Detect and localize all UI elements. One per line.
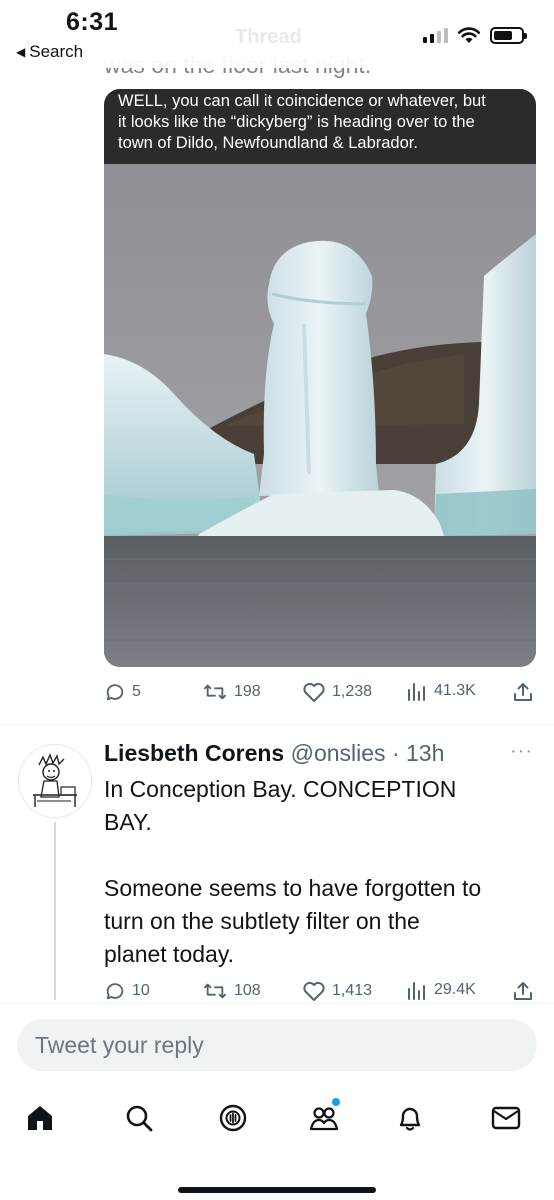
avatar[interactable] [18, 744, 92, 818]
reply-line: BAY. [104, 809, 152, 835]
home-indicator [178, 1187, 376, 1193]
back-triangle-icon: ◀ [16, 45, 26, 59]
caption-line: town of Dildo, Newfoundland & Labrador. [118, 134, 418, 152]
views-button[interactable]: 29.4K [406, 980, 476, 1000]
tab-search[interactable] [117, 1096, 161, 1140]
retweet-button[interactable]: 198 [202, 681, 261, 703]
caption-line: WELL, you can call it coincidence or wha… [118, 92, 486, 110]
share-button[interactable] [512, 980, 534, 1002]
tab-bar [0, 1096, 554, 1140]
heart-icon [303, 682, 325, 702]
reply-icon [106, 684, 124, 701]
retweet-count: 108 [234, 982, 261, 999]
like-button[interactable]: 1,238 [302, 681, 372, 703]
retweet-count: 198 [234, 683, 261, 700]
retweet-icon [204, 684, 226, 700]
share-icon [514, 683, 532, 701]
like-count: 1,413 [332, 982, 373, 999]
status-icons [423, 26, 527, 44]
like-button[interactable]: 1,413 [302, 980, 372, 1002]
reply-count: 10 [132, 982, 150, 999]
bottom-bar [0, 1003, 554, 1200]
messages-icon [491, 1106, 521, 1130]
caption-line: it looks like the “dickyberg” is heading… [118, 113, 475, 131]
notification-dot [332, 1098, 340, 1106]
tab-notifications[interactable] [388, 1096, 432, 1140]
page-title: Thread [235, 26, 302, 48]
clock-time: 6:31 [66, 8, 119, 36]
reply-input[interactable] [17, 1019, 537, 1071]
share-button[interactable] [512, 681, 534, 703]
reply-line: Someone seems to have forgotten to [104, 875, 482, 901]
wifi-icon [457, 27, 481, 43]
retweet-button[interactable]: 108 [202, 980, 261, 1002]
cellular-signal-icon [423, 27, 448, 43]
notifications-icon [399, 1107, 421, 1131]
back-to-search-link[interactable]: ◀ Search [16, 42, 83, 62]
back-label: Search [29, 42, 84, 61]
like-count: 1,238 [332, 683, 373, 700]
reply-line: turn on the subtlety filter on the [104, 908, 420, 934]
more-options-icon[interactable]: ··· [510, 740, 533, 763]
tab-messages[interactable] [484, 1096, 528, 1140]
tab-home[interactable] [18, 1096, 62, 1140]
retweet-icon [204, 983, 226, 999]
views-button[interactable]: 41.3K [406, 681, 476, 701]
tab-spaces[interactable] [211, 1096, 255, 1140]
reply-button[interactable]: 5 [104, 681, 141, 703]
reply-line: planet today. [104, 941, 235, 967]
analytics-icon [408, 982, 425, 1000]
reply-line: In Conception Bay. CONCEPTION [104, 776, 457, 802]
tab-communities[interactable] [302, 1096, 346, 1140]
author-handle[interactable]: @onslies [291, 740, 386, 766]
reply-text: In Conception Bay. CONCEPTION BAY. Someo… [104, 773, 534, 971]
view-count: 41.3K [434, 682, 476, 699]
tweet-actions: 5 198 1,238 41.3K [104, 681, 534, 707]
home-icon [28, 1106, 52, 1130]
avatar-cartoon-icon [19, 745, 91, 817]
view-count: 29.4K [434, 981, 476, 998]
reply-icon [106, 983, 124, 1000]
reply-header: Liesbeth Corens @onslies · 13h [104, 740, 444, 767]
author-name[interactable]: Liesbeth Corens [104, 740, 284, 766]
time-separator: · [385, 740, 407, 766]
search-icon [126, 1105, 153, 1132]
tweet-media[interactable]: WELL, you can call it coincidence or wha… [104, 89, 536, 667]
iceberg-photo [104, 164, 536, 667]
reply-button[interactable]: 10 [104, 980, 150, 1002]
tweet-timestamp[interactable]: 13h [406, 740, 444, 766]
analytics-icon [408, 683, 425, 701]
tweet-divider [0, 724, 554, 725]
reply-count: 5 [132, 683, 141, 700]
spaces-icon [219, 1104, 247, 1132]
communities-icon [309, 1107, 339, 1131]
image-caption: WELL, you can call it coincidence or wha… [104, 89, 536, 164]
battery-icon [490, 26, 527, 44]
thread-line [54, 822, 56, 1000]
heart-icon [303, 981, 325, 1001]
status-bar: ← Thread 6:31 ◀ Search [0, 0, 554, 68]
share-icon [514, 982, 532, 1000]
